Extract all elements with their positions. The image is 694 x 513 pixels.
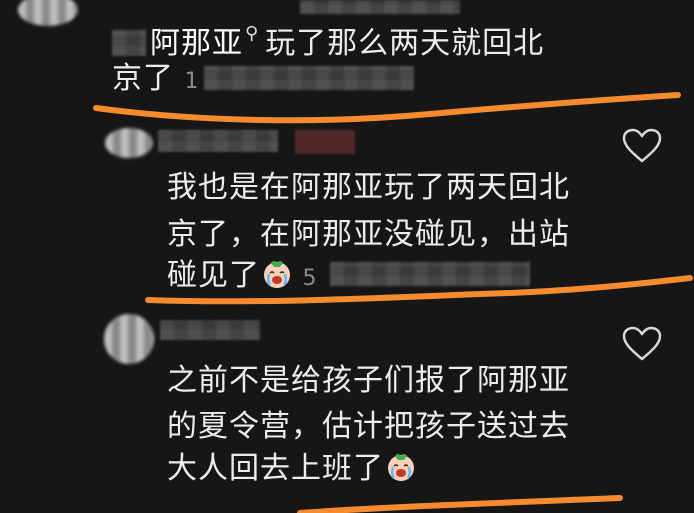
avatar[interactable]: [104, 314, 154, 364]
comment-meta: 1: [184, 69, 200, 94]
comment-text: 大人回去上班了: [167, 445, 416, 492]
comment-line: 京了，在阿那亚没碰见，出站: [167, 217, 570, 252]
redacted-username: [158, 130, 278, 152]
comment-line: 京了: [112, 61, 174, 96]
redacted-username: [160, 320, 260, 340]
crying-face-emoji-icon: [388, 454, 414, 481]
comment-text: 碰见了 5: [167, 252, 318, 302]
comment-line: 大人回去上班了: [167, 451, 384, 486]
heart-icon[interactable]: [622, 326, 662, 362]
comment-line: 之前不是给孩子们报了阿那亚: [167, 363, 570, 398]
comment-text: 京了，在阿那亚没碰见，出站: [167, 211, 570, 258]
redacted-badge: [295, 130, 355, 154]
comment-line: 碰见了: [167, 258, 260, 293]
redacted-prefix: [112, 30, 146, 56]
redacted-meta: [204, 66, 414, 90]
comment-text: 之前不是给孩子们报了阿那亚: [167, 357, 570, 404]
search-icon: ⚲: [245, 23, 260, 44]
crying-face-emoji-icon: [264, 261, 290, 288]
comment-text: 的夏令营，估计把孩子送过去: [167, 403, 570, 450]
avatar[interactable]: [105, 128, 153, 158]
avatar[interactable]: [18, 0, 78, 26]
redacted-meta: [330, 262, 530, 286]
comment-line: 我也是在阿那亚玩了两天回北: [167, 170, 570, 205]
comment-line: 玩了那么两天就回北: [265, 26, 545, 61]
comment-text: 我也是在阿那亚玩了两天回北: [167, 164, 570, 211]
comment-line: 的夏令营，估计把孩子送过去: [167, 409, 570, 444]
highlight-underline: [297, 495, 623, 513]
heart-icon[interactable]: [622, 128, 662, 164]
comment-text-continued: 京了 1: [112, 55, 200, 105]
comment-meta: 5: [302, 266, 318, 291]
